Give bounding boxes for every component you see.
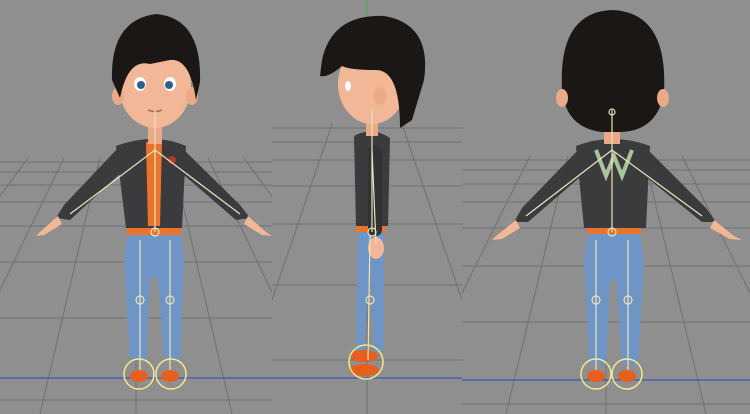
back-view-canvas[interactable] bbox=[462, 0, 750, 414]
left-shoe bbox=[130, 370, 148, 382]
left-ear bbox=[556, 89, 568, 107]
side-view-pane[interactable] bbox=[272, 0, 462, 414]
right-ear bbox=[657, 89, 669, 107]
front-view-pane[interactable] bbox=[0, 0, 272, 414]
left-pupil bbox=[137, 81, 145, 89]
jacket bbox=[576, 139, 650, 228]
3d-viewport[interactable] bbox=[0, 0, 750, 414]
right-shoe bbox=[161, 370, 179, 382]
left-shoe bbox=[587, 370, 605, 382]
hair bbox=[561, 10, 665, 132]
right-pupil bbox=[165, 81, 173, 89]
ear bbox=[374, 87, 386, 105]
eye bbox=[345, 81, 351, 91]
side-view-canvas[interactable] bbox=[272, 0, 462, 414]
left-shoe bbox=[350, 350, 378, 362]
right-shoe bbox=[618, 370, 636, 382]
back-view-pane[interactable] bbox=[462, 0, 750, 414]
front-view-canvas[interactable] bbox=[0, 0, 272, 414]
